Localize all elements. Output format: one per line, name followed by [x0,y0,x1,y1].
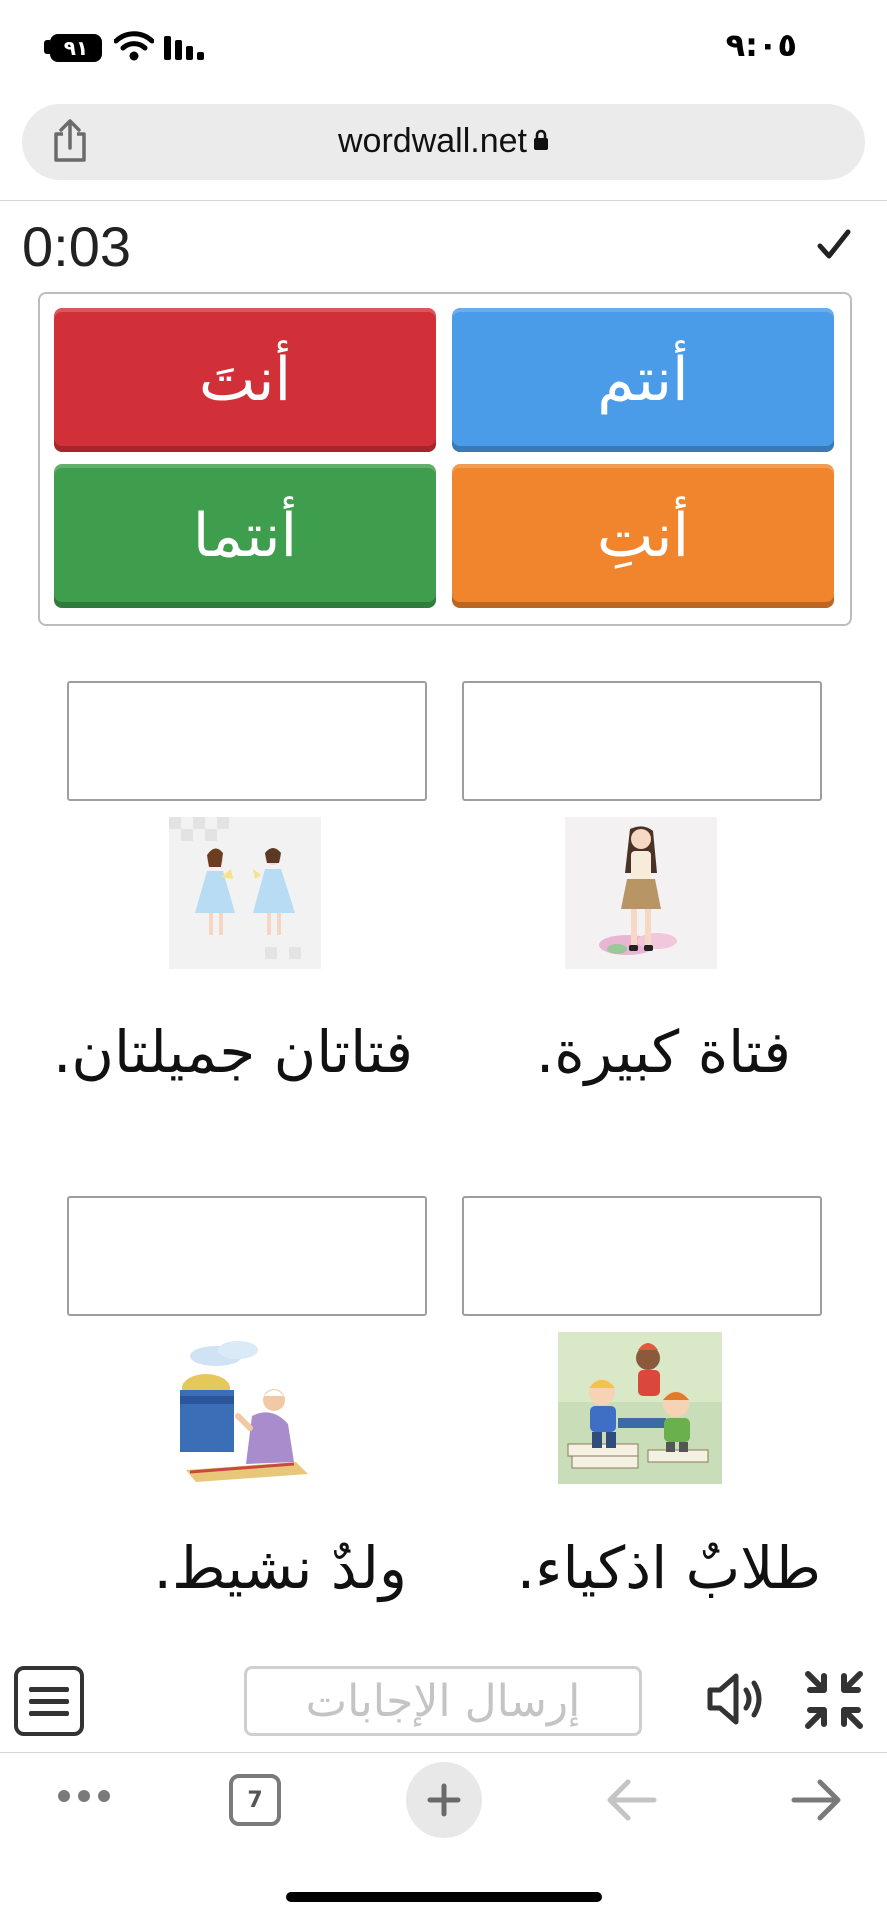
girl-standing-illustration [565,817,717,969]
answer-tile-antuma[interactable]: أنتما [54,464,436,608]
plus-icon [427,1783,461,1817]
drop-box-item-4[interactable] [67,1196,427,1316]
cellular-signal-icon [164,36,204,60]
submit-answers-button[interactable]: إرسال الإجابات [244,1666,642,1736]
sentence-item-2: فتاتان جميلتان. [52,1018,413,1086]
timer: 0:03 [22,215,131,278]
more-icon[interactable] [56,1788,112,1804]
boy-praying-illustration [176,1332,316,1484]
sentence-item-1: فتاة كبيرة. [535,1018,791,1086]
menu-button[interactable] [14,1666,84,1736]
address-bar[interactable]: wordwall.net [22,104,865,180]
answer-tile-anta[interactable]: أنتَ [54,308,436,452]
check-icon[interactable] [817,228,851,262]
answer-tile-anti[interactable]: أنتِ [452,464,834,608]
clock: ٩:٠٥ [725,26,797,64]
status-bar: ٩١ ٩:٠٥ [0,0,887,96]
drop-box-item-3[interactable] [462,1196,822,1316]
two-girls-illustration [169,817,321,969]
url-text[interactable]: wordwall.net [22,122,865,161]
drop-box-item-1[interactable] [462,681,822,801]
speaker-icon[interactable] [704,1670,768,1728]
students-on-books-illustration [558,1332,722,1484]
answer-tile-antum[interactable]: أنتم [452,308,834,452]
divider [0,1752,887,1753]
answer-tiles-panel: أنتَ أنتم أنتما أنتِ [38,292,852,626]
sentence-item-4: ولدٌ نشيط. [153,1534,407,1602]
lock-icon [533,129,548,150]
home-indicator [286,1892,602,1902]
wifi-icon [114,31,154,61]
tabs-button[interactable]: 7 [229,1774,281,1826]
back-arrow-icon[interactable] [604,1778,658,1822]
exit-fullscreen-icon[interactable] [802,1668,866,1732]
divider [0,200,887,201]
url-label: wordwall.net [338,122,527,160]
forward-arrow-icon[interactable] [790,1778,844,1822]
battery-indicator: ٩١ [50,34,102,62]
sentence-item-3: طلابٌ اذكياء. [516,1534,821,1602]
new-tab-button[interactable] [406,1762,482,1838]
drop-box-item-2[interactable] [67,681,427,801]
